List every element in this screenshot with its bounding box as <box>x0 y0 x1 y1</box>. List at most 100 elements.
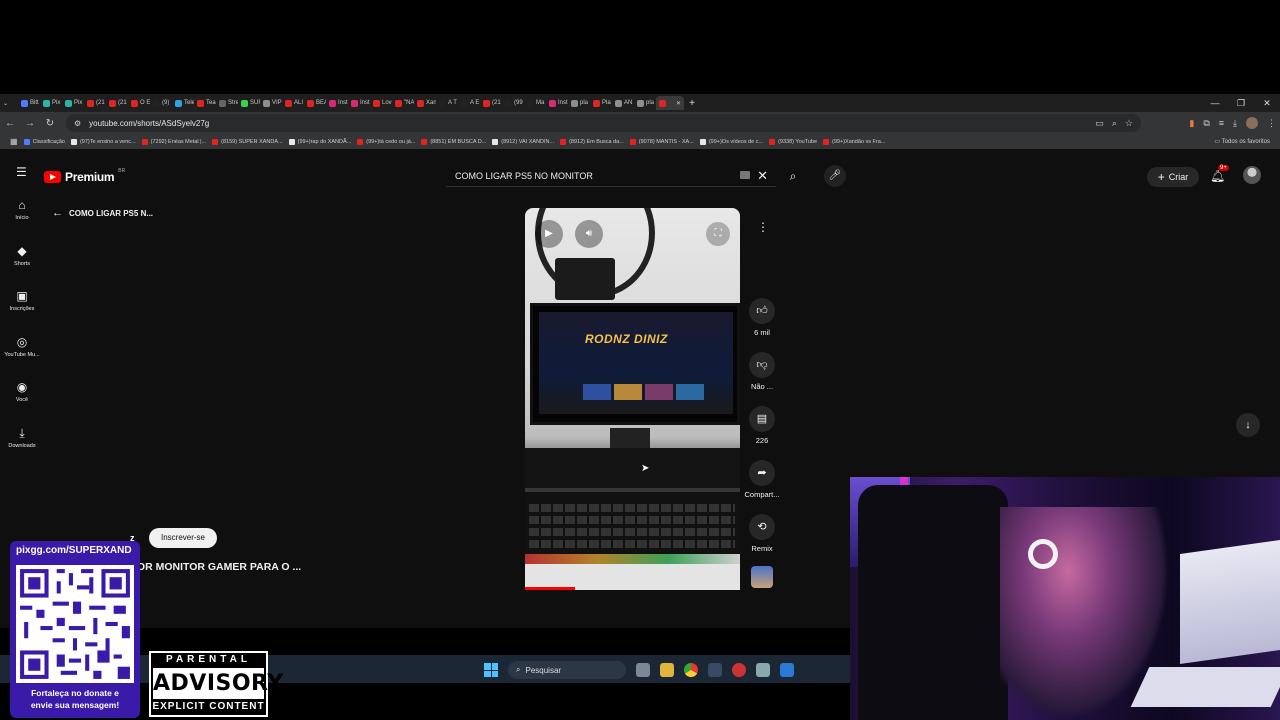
cast-icon[interactable]: ▭ <box>1095 118 1104 129</box>
new-tab-icon[interactable]: + <box>684 98 700 109</box>
browser-tab[interactable]: Pla <box>590 96 612 110</box>
windows-start-icon[interactable] <box>484 663 498 677</box>
browser-tab[interactable]: ✕ <box>656 96 684 110</box>
browser-tab[interactable]: Bitt <box>18 96 40 110</box>
address-bar[interactable]: ⚙ youtube.com/shorts/ASdSyelv27g ▭ ⌕ ☆ <box>66 114 1141 132</box>
nav-item-home[interactable]: ⌂ Início <box>0 197 44 221</box>
account-avatar[interactable] <box>1243 166 1261 184</box>
subscribe-button[interactable]: Inscrever-se <box>149 528 217 548</box>
bookmark-item[interactable]: (99+)tá cedo ou já... <box>357 138 415 145</box>
comments-button[interactable]: ▤ 226 <box>740 406 784 445</box>
bookmark-item[interactable]: (99+)Os vídeos de c... <box>699 138 763 145</box>
create-button[interactable]: + Criar <box>1147 167 1199 187</box>
close-tab-icon[interactable]: ✕ <box>676 100 681 107</box>
minimize-icon[interactable]: — <box>1202 94 1228 112</box>
nav-item-download[interactable]: ⤓ Downloads <box>0 425 44 449</box>
media-icon[interactable]: ≡ <box>1219 118 1224 128</box>
like-button[interactable]: 👍︎ 6 mil <box>740 298 784 337</box>
bookmark-item[interactable]: Classificação <box>23 138 65 145</box>
browser-tab[interactable]: BEA <box>304 96 326 110</box>
browser-tab[interactable]: (21 <box>84 96 106 110</box>
bookmark-item[interactable]: (7292) Enéas Metal |... <box>141 138 206 145</box>
bookmark-item[interactable]: (8912) Em Busca da... <box>560 138 624 145</box>
profile-avatar[interactable] <box>1246 117 1258 129</box>
app-icon[interactable] <box>732 663 746 677</box>
microphone-icon[interactable]: 🎤︎ <box>824 165 846 187</box>
fullscreen-icon[interactable]: ⛶ <box>706 222 730 246</box>
browser-tab[interactable]: Inst <box>326 96 348 110</box>
bookmark-item[interactable]: (8851) EM BUSCA D... <box>421 138 486 145</box>
downloads-icon[interactable]: ⤓ <box>1233 118 1237 129</box>
back-to-search[interactable]: ← COMO LIGAR PS5 N... <box>52 207 153 219</box>
browser-tab[interactable]: Pix <box>62 96 84 110</box>
browser-tab[interactable]: A E <box>458 96 480 110</box>
browser-tab[interactable]: SUF <box>238 96 260 110</box>
zoom-icon[interactable]: ⌕ <box>1112 118 1117 129</box>
audio-source-avatar[interactable] <box>751 566 773 588</box>
extension-icon[interactable]: ▮ <box>1189 118 1194 129</box>
browser-tab[interactable]: "NA <box>392 96 414 110</box>
browser-tab[interactable]: (9) <box>150 96 172 110</box>
browser-tab[interactable]: (21 <box>106 96 128 110</box>
close-window-icon[interactable]: ✕ <box>1254 94 1280 112</box>
share-button[interactable]: ➦ Compart... <box>740 460 784 499</box>
tab-search-button[interactable]: ⌄ <box>0 96 18 110</box>
browser-tab[interactable]: AN <box>612 96 634 110</box>
reload-icon[interactable]: ↻ <box>40 118 60 129</box>
browser-tab[interactable]: ALI <box>282 96 304 110</box>
browser-tab[interactable]: Ma <box>524 96 546 110</box>
forward-icon[interactable]: → <box>20 118 40 129</box>
volume-icon[interactable]: 🔊︎ <box>575 220 603 248</box>
bookmark-item[interactable]: (97)Te ensino a venc... <box>70 138 136 145</box>
site-info-icon[interactable]: ⚙ <box>74 119 81 128</box>
browser-tab[interactable]: Pix <box>40 96 62 110</box>
next-short-arrow-icon[interactable]: ↓ <box>1236 413 1260 437</box>
apps-icon[interactable]: ▦ <box>10 137 18 146</box>
bookmark-star-icon[interactable]: ☆ <box>1125 118 1133 129</box>
task-view-icon[interactable] <box>636 663 650 677</box>
clear-search-icon[interactable]: ✕ <box>757 168 768 184</box>
bookmark-item[interactable]: (9338) YouTube <box>769 138 817 145</box>
progress-bar[interactable] <box>525 587 575 590</box>
chrome-icon[interactable] <box>684 663 698 677</box>
nav-item-shorts[interactable]: ◆ Shorts <box>0 243 44 267</box>
browser-tab[interactable]: VIP <box>260 96 282 110</box>
short-video-player[interactable]: RODNZ DINIZ ▶ 🔊︎ ⛶ ➤ <box>525 208 740 590</box>
bookmark-item[interactable]: (99+)rap do XANDÃ... <box>288 138 351 145</box>
bookmark-item[interactable]: (9078) MANTIS - XA... <box>629 138 694 145</box>
browser-tab[interactable]: (99 <box>502 96 524 110</box>
browser-tab[interactable]: Inst <box>348 96 370 110</box>
back-icon[interactable]: ← <box>0 118 20 129</box>
keyboard-icon[interactable] <box>740 171 750 179</box>
play-icon[interactable]: ▶ <box>535 220 563 248</box>
browser-tab[interactable]: O E <box>128 96 150 110</box>
search-icon[interactable]: ⌕ <box>782 165 804 187</box>
video-title[interactable]: IOR MONITOR GAMER PARA O ... <box>134 561 301 573</box>
browser-tab[interactable]: pla <box>634 96 656 110</box>
settings-icon[interactable] <box>756 663 770 677</box>
browser-tab[interactable]: Xan <box>414 96 436 110</box>
browser-tab[interactable]: (21 <box>480 96 502 110</box>
extensions-icon[interactable]: ⧉ <box>1203 118 1209 129</box>
browser-tab[interactable]: Tea <box>194 96 216 110</box>
remix-button[interactable]: ⟲ Remix <box>740 514 784 553</box>
menu-hamburger-icon[interactable]: ☰ <box>16 166 28 178</box>
browser-tab[interactable]: Tele <box>172 96 194 110</box>
bookmark-item[interactable]: (8912) VAI XANDIN... <box>492 138 554 145</box>
file-explorer-icon[interactable] <box>660 663 674 677</box>
nav-item-you[interactable]: ◉ Você <box>0 379 44 403</box>
more-options-icon[interactable]: ⋮ <box>754 220 772 234</box>
browser-tab[interactable]: A T <box>436 96 458 110</box>
dislike-button[interactable]: 👎︎ Não ... <box>740 352 784 391</box>
nav-item-subscriptions[interactable]: ▣ Inscrições <box>0 288 44 312</box>
browser-tab[interactable]: Inst <box>546 96 568 110</box>
app-icon[interactable] <box>780 663 794 677</box>
taskbar-search[interactable]: ⌕ Pesquisar <box>508 661 626 679</box>
bookmark-item[interactable]: (8159) SUPER XANDA... <box>212 138 283 145</box>
all-bookmarks[interactable]: ▭ Todos os favoritos <box>1214 138 1270 145</box>
steam-icon[interactable] <box>708 663 722 677</box>
search-input[interactable]: COMO LIGAR PS5 NO MONITOR ✕ <box>446 165 776 187</box>
maximize-icon[interactable]: ❐ <box>1228 94 1254 112</box>
nav-item-youtube-music[interactable]: ◎ YouTube Mu... <box>0 334 44 358</box>
browser-tab[interactable]: Lov <box>370 96 392 110</box>
